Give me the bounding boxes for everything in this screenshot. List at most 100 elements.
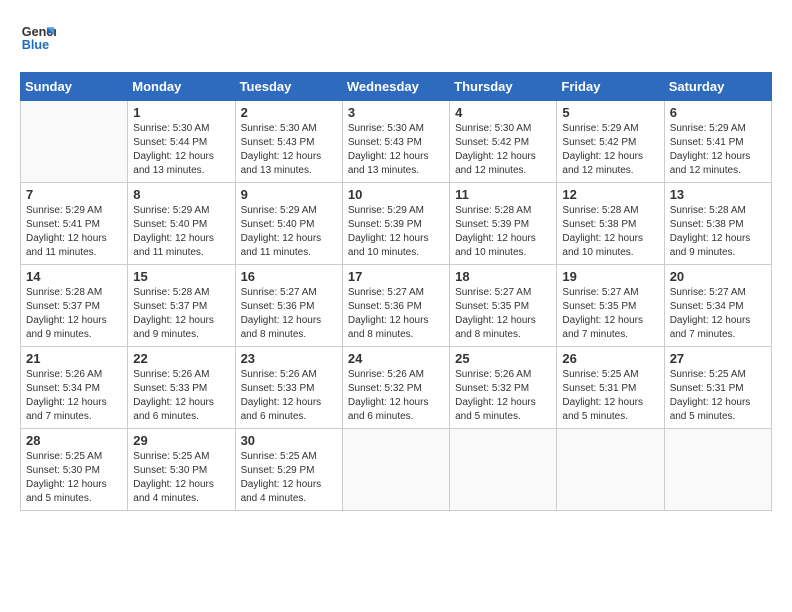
calendar-cell: 11 Sunrise: 5:28 AMSunset: 5:39 PMDayligh… <box>450 183 557 265</box>
day-number: 13 <box>670 187 766 202</box>
day-info: Sunrise: 5:25 AMSunset: 5:29 PMDaylight:… <box>241 450 337 506</box>
calendar-cell: 18Sunrise: 5:27 AMSunset: 5:35 PMDayligh… <box>450 265 557 347</box>
day-number: 19 <box>562 269 658 284</box>
calendar-cell: 9 Sunrise: 5:29 AMSunset: 5:40 PMDaylight… <box>235 183 342 265</box>
day-info: Sunrise: 5:30 AMSunset: 5:43 PMDaylight:… <box>241 122 337 178</box>
calendar-cell: 20 Sunrise: 5:27 AMSunset: 5:34 PMDayligh… <box>664 265 771 347</box>
day-number: 11 <box>455 187 551 202</box>
day-info: Sunrise: 5:29 AMSunset: 5:40 PMDaylight:… <box>133 204 229 260</box>
day-number: 14 <box>26 269 122 284</box>
logo-icon: General Blue <box>20 20 56 56</box>
day-number: 5 <box>562 105 658 120</box>
day-info: Sunrise: 5:27 AMSunset: 5:35 PMDaylight:… <box>562 286 658 342</box>
header-monday: Monday <box>128 73 235 101</box>
calendar-cell: 28 Sunrise: 5:25 AMSunset: 5:30 PMDayligh… <box>21 429 128 511</box>
day-number: 9 <box>241 187 337 202</box>
day-number: 6 <box>670 105 766 120</box>
header-wednesday: Wednesday <box>342 73 449 101</box>
day-info: Sunrise: 5:25 AMSunset: 5:30 PMDaylight:… <box>133 450 229 506</box>
day-number: 22 <box>133 351 229 366</box>
day-info: Sunrise: 5:27 AMSunset: 5:34 PMDaylight:… <box>670 286 766 342</box>
calendar-cell: 17 Sunrise: 5:27 AMSunset: 5:36 PMDayligh… <box>342 265 449 347</box>
day-info: Sunrise: 5:25 AMSunset: 5:31 PMDaylight:… <box>670 368 766 424</box>
calendar-cell: 25 Sunrise: 5:26 AMSunset: 5:32 PMDayligh… <box>450 347 557 429</box>
header-sunday: Sunday <box>21 73 128 101</box>
calendar-cell <box>557 429 664 511</box>
calendar-cell: 4 Sunrise: 5:30 AMSunset: 5:42 PMDaylight… <box>450 101 557 183</box>
day-number: 8 <box>133 187 229 202</box>
header-thursday: Thursday <box>450 73 557 101</box>
day-info: Sunrise: 5:26 AMSunset: 5:34 PMDaylight:… <box>26 368 122 424</box>
calendar-cell: 12Sunrise: 5:28 AMSunset: 5:38 PMDayligh… <box>557 183 664 265</box>
day-info: Sunrise: 5:27 AMSunset: 5:35 PMDaylight:… <box>455 286 551 342</box>
day-info: Sunrise: 5:27 AMSunset: 5:36 PMDaylight:… <box>241 286 337 342</box>
logo: General Blue <box>20 20 56 56</box>
day-number: 20 <box>670 269 766 284</box>
day-info: Sunrise: 5:25 AMSunset: 5:30 PMDaylight:… <box>26 450 122 506</box>
calendar-cell: 24 Sunrise: 5:26 AMSunset: 5:32 PMDayligh… <box>342 347 449 429</box>
calendar-cell: 23 Sunrise: 5:26 AMSunset: 5:33 PMDayligh… <box>235 347 342 429</box>
calendar-cell: 2 Sunrise: 5:30 AMSunset: 5:43 PMDaylight… <box>235 101 342 183</box>
day-info: Sunrise: 5:28 AMSunset: 5:38 PMDaylight:… <box>562 204 658 260</box>
calendar-cell: 14 Sunrise: 5:28 AMSunset: 5:37 PMDayligh… <box>21 265 128 347</box>
day-number: 4 <box>455 105 551 120</box>
day-info: Sunrise: 5:26 AMSunset: 5:33 PMDaylight:… <box>133 368 229 424</box>
calendar-week-row: 21 Sunrise: 5:26 AMSunset: 5:34 PMDayligh… <box>21 347 772 429</box>
day-info: Sunrise: 5:30 AMSunset: 5:42 PMDaylight:… <box>455 122 551 178</box>
calendar-cell: 3 Sunrise: 5:30 AMSunset: 5:43 PMDaylight… <box>342 101 449 183</box>
day-info: Sunrise: 5:28 AMSunset: 5:37 PMDaylight:… <box>26 286 122 342</box>
day-info: Sunrise: 5:27 AMSunset: 5:36 PMDaylight:… <box>348 286 444 342</box>
day-number: 17 <box>348 269 444 284</box>
day-number: 2 <box>241 105 337 120</box>
header-saturday: Saturday <box>664 73 771 101</box>
calendar-cell: 15Sunrise: 5:28 AMSunset: 5:37 PMDayligh… <box>128 265 235 347</box>
day-number: 29 <box>133 433 229 448</box>
day-info: Sunrise: 5:30 AMSunset: 5:44 PMDaylight:… <box>133 122 229 178</box>
day-info: Sunrise: 5:28 AMSunset: 5:39 PMDaylight:… <box>455 204 551 260</box>
calendar-cell: 8 Sunrise: 5:29 AMSunset: 5:40 PMDaylight… <box>128 183 235 265</box>
calendar-cell: 19 Sunrise: 5:27 AMSunset: 5:35 PMDayligh… <box>557 265 664 347</box>
day-info: Sunrise: 5:29 AMSunset: 5:39 PMDaylight:… <box>348 204 444 260</box>
calendar-cell: 7 Sunrise: 5:29 AMSunset: 5:41 PMDaylight… <box>21 183 128 265</box>
day-number: 7 <box>26 187 122 202</box>
day-info: Sunrise: 5:28 AMSunset: 5:38 PMDaylight:… <box>670 204 766 260</box>
calendar-cell: 10 Sunrise: 5:29 AMSunset: 5:39 PMDayligh… <box>342 183 449 265</box>
calendar-cell: 27Sunrise: 5:25 AMSunset: 5:31 PMDayligh… <box>664 347 771 429</box>
day-info: Sunrise: 5:29 AMSunset: 5:40 PMDaylight:… <box>241 204 337 260</box>
day-number: 26 <box>562 351 658 366</box>
header-tuesday: Tuesday <box>235 73 342 101</box>
day-info: Sunrise: 5:25 AMSunset: 5:31 PMDaylight:… <box>562 368 658 424</box>
calendar-header-row: SundayMondayTuesdayWednesdayThursdayFrid… <box>21 73 772 101</box>
calendar-cell: 1Sunrise: 5:30 AMSunset: 5:44 PMDaylight… <box>128 101 235 183</box>
calendar-cell: 29 Sunrise: 5:25 AMSunset: 5:30 PMDayligh… <box>128 429 235 511</box>
day-info: Sunrise: 5:26 AMSunset: 5:33 PMDaylight:… <box>241 368 337 424</box>
day-info: Sunrise: 5:30 AMSunset: 5:43 PMDaylight:… <box>348 122 444 178</box>
calendar-cell: 13 Sunrise: 5:28 AMSunset: 5:38 PMDayligh… <box>664 183 771 265</box>
day-info: Sunrise: 5:29 AMSunset: 5:42 PMDaylight:… <box>562 122 658 178</box>
day-number: 3 <box>348 105 444 120</box>
day-number: 24 <box>348 351 444 366</box>
svg-text:Blue: Blue <box>22 38 49 52</box>
day-number: 30 <box>241 433 337 448</box>
day-info: Sunrise: 5:28 AMSunset: 5:37 PMDaylight:… <box>133 286 229 342</box>
day-info: Sunrise: 5:26 AMSunset: 5:32 PMDaylight:… <box>348 368 444 424</box>
calendar-cell <box>664 429 771 511</box>
day-number: 16 <box>241 269 337 284</box>
day-number: 23 <box>241 351 337 366</box>
day-info: Sunrise: 5:29 AMSunset: 5:41 PMDaylight:… <box>670 122 766 178</box>
calendar-cell: 5 Sunrise: 5:29 AMSunset: 5:42 PMDaylight… <box>557 101 664 183</box>
day-number: 25 <box>455 351 551 366</box>
calendar-cell: 21 Sunrise: 5:26 AMSunset: 5:34 PMDayligh… <box>21 347 128 429</box>
calendar-week-row: 7 Sunrise: 5:29 AMSunset: 5:41 PMDaylight… <box>21 183 772 265</box>
page-header: General Blue <box>20 20 772 56</box>
day-info: Sunrise: 5:29 AMSunset: 5:41 PMDaylight:… <box>26 204 122 260</box>
calendar-cell: 30 Sunrise: 5:25 AMSunset: 5:29 PMDayligh… <box>235 429 342 511</box>
calendar-week-row: 28 Sunrise: 5:25 AMSunset: 5:30 PMDayligh… <box>21 429 772 511</box>
day-number: 21 <box>26 351 122 366</box>
calendar-cell: 6 Sunrise: 5:29 AMSunset: 5:41 PMDaylight… <box>664 101 771 183</box>
day-info: Sunrise: 5:26 AMSunset: 5:32 PMDaylight:… <box>455 368 551 424</box>
day-number: 28 <box>26 433 122 448</box>
day-number: 10 <box>348 187 444 202</box>
calendar-week-row: 1Sunrise: 5:30 AMSunset: 5:44 PMDaylight… <box>21 101 772 183</box>
calendar-week-row: 14 Sunrise: 5:28 AMSunset: 5:37 PMDayligh… <box>21 265 772 347</box>
